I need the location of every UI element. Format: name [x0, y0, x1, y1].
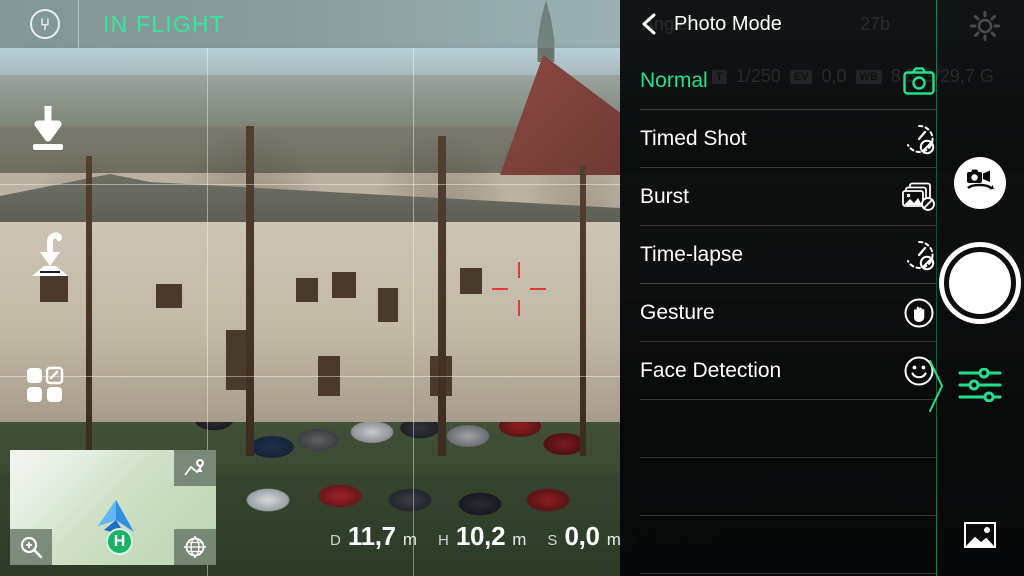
yuneec-logo-icon[interactable]: ⑂	[30, 9, 60, 39]
view-layout-button[interactable]	[26, 366, 66, 409]
camera-controls-rail	[929, 0, 1024, 576]
menu-item-label: Burst	[640, 184, 690, 208]
chevron-left-icon[interactable]	[638, 13, 660, 35]
photo-mode-list-spacer	[640, 458, 936, 516]
photo-mode-item-time-lapse[interactable]: Time-lapse	[640, 226, 936, 284]
menu-item-label: Timed Shot	[640, 126, 747, 150]
globe-icon	[184, 536, 206, 558]
church-window	[460, 268, 482, 294]
grid-layout-icon	[27, 366, 64, 402]
photo-mode-list-spacer	[640, 400, 936, 458]
tree	[246, 126, 254, 456]
shutter-button[interactable]	[944, 247, 1016, 319]
return-to-home-icon	[32, 232, 68, 276]
gallery-image-icon	[984, 527, 990, 533]
speed-key: S	[547, 532, 558, 549]
map-zoom-button[interactable]	[10, 529, 52, 565]
photo-mode-list: Normal Timed Shot Burst Time-lapse Gestu…	[640, 52, 936, 574]
camera-icon	[902, 64, 936, 98]
distance-unit: m	[402, 530, 417, 549]
map-pin-icon	[184, 459, 204, 476]
grid-line-vertical	[413, 48, 414, 576]
map-pin-button[interactable]	[174, 450, 216, 486]
height-value: 10,2	[455, 521, 506, 551]
church-window	[378, 288, 398, 322]
return-to-home-button[interactable]	[26, 232, 74, 285]
photo-mode-item-face-detection[interactable]: Face Detection	[640, 342, 936, 400]
rail-divider	[936, 0, 937, 576]
focus-reticle[interactable]	[492, 262, 546, 316]
magnifier-plus-icon	[20, 536, 43, 559]
photo-mode-item-timed-shot[interactable]: Timed Shot	[640, 110, 936, 168]
photo-mode-item-burst[interactable]: Burst	[640, 168, 936, 226]
settings-sliders-icon[interactable]	[958, 368, 1002, 402]
divider	[78, 0, 79, 48]
home-marker-label: H	[113, 532, 126, 550]
grid-line-horizontal	[0, 376, 620, 377]
land-arrow-icon	[33, 106, 63, 150]
tree	[580, 166, 586, 456]
top-status-bar: ⑂ IN FLIGHT	[0, 0, 620, 48]
timer-disabled-icon	[902, 122, 936, 156]
minimap-widget[interactable]: H	[10, 450, 216, 565]
height-unit: m	[512, 530, 527, 549]
land-button[interactable]	[26, 104, 70, 159]
church-window	[156, 284, 182, 308]
timelapse-disabled-icon	[902, 238, 936, 272]
height-key: H	[438, 532, 449, 549]
camera-video-switch-button[interactable]	[954, 157, 1006, 209]
home-marker: H	[106, 528, 133, 555]
telemetry-bar: D 11,7 m H 10,2 m S 0,0 m/s	[330, 521, 648, 559]
menu-item-label: Normal	[640, 68, 708, 92]
church-window	[332, 272, 356, 298]
map-globe-button[interactable]	[174, 529, 216, 565]
flight-status-label: IN FLIGHT	[103, 10, 225, 37]
photo-mode-list-spacer	[640, 516, 936, 574]
grid-line-horizontal	[0, 184, 620, 185]
tree	[86, 156, 92, 456]
church-roof-red	[500, 55, 620, 175]
chevron-right-icon[interactable]	[926, 355, 948, 417]
photo-mode-item-normal[interactable]: Normal	[640, 52, 936, 110]
panel-title: Photo Mode	[674, 12, 782, 35]
menu-item-label: Gesture	[640, 300, 715, 324]
distance-key: D	[330, 532, 341, 549]
menu-item-label: Face Detection	[640, 358, 782, 382]
gallery-button[interactable]	[964, 522, 996, 548]
camera-video-switch-icon	[967, 169, 994, 190]
hand-gesture-icon	[902, 296, 936, 330]
menu-item-label: Time-lapse	[640, 242, 744, 266]
burst-disabled-icon	[902, 180, 936, 214]
church-wall	[0, 222, 620, 422]
speed-value: 0,0	[564, 521, 600, 551]
drone-camera-app: ⑂ IN FLIGHT H D 11,7 m H 10,2 m S 0,0 An…	[0, 0, 1024, 576]
church-window	[296, 278, 318, 302]
photo-mode-item-gesture[interactable]: Gesture	[640, 284, 936, 342]
church-roof	[0, 174, 620, 226]
distance-value: 11,7	[347, 521, 396, 551]
logo-glyph: ⑂	[39, 14, 51, 34]
